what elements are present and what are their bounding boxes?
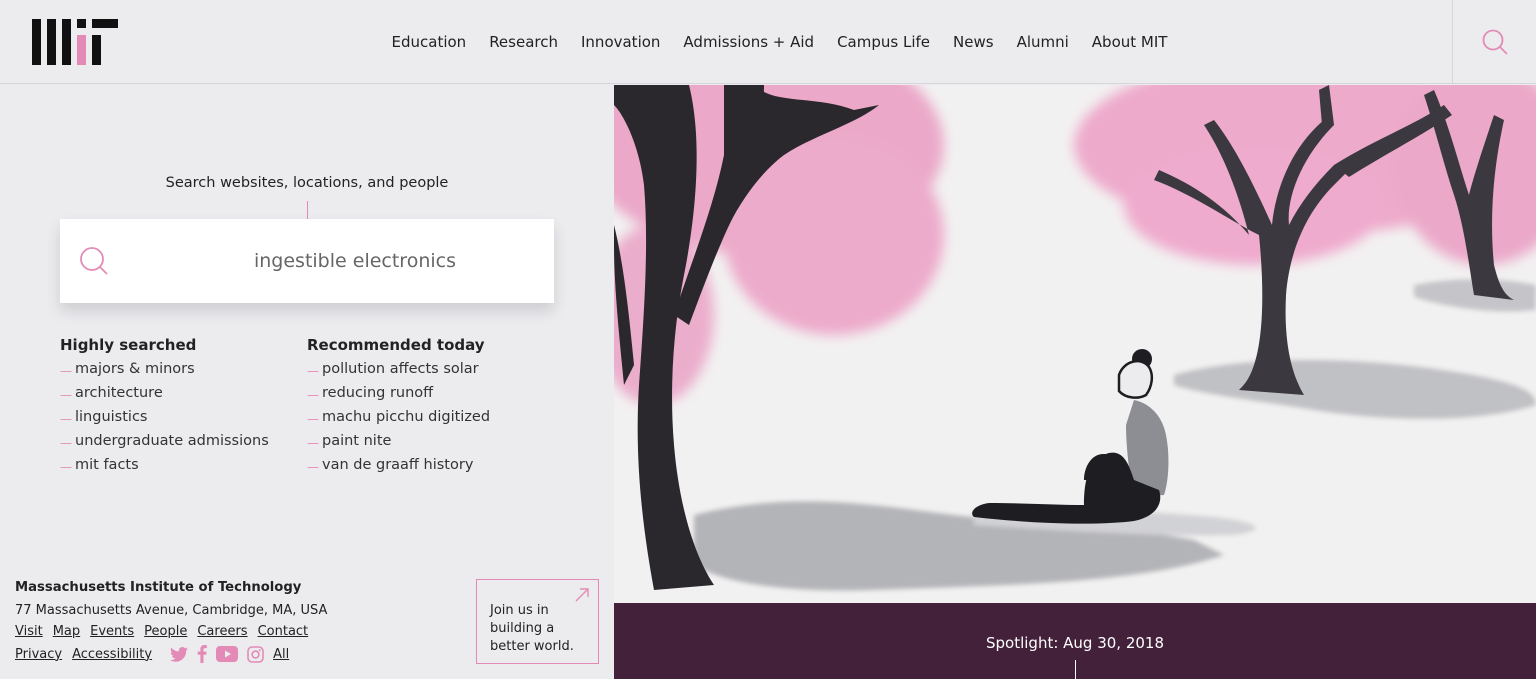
footer-link-contact[interactable]: Contact [258, 624, 309, 639]
facebook-icon[interactable] [197, 645, 207, 663]
nav-research[interactable]: Research [489, 33, 558, 51]
social-links: All [170, 645, 299, 663]
search-box [60, 219, 554, 303]
dash-icon: — [307, 364, 319, 378]
list-item[interactable]: — van de graaff history [307, 456, 490, 480]
main-nav: Education Research Innovation Admissions… [380, 0, 1179, 84]
search-label: Search websites, locations, and people [165, 175, 449, 191]
search-icon [1482, 29, 1508, 55]
mit-logo[interactable] [32, 19, 118, 65]
footer-links: Visit Map Events People Careers Contact [15, 624, 327, 639]
list-item[interactable]: — pollution affects solar [307, 360, 490, 384]
nav-news[interactable]: News [953, 33, 994, 51]
nav-campus-life[interactable]: Campus Life [837, 33, 930, 51]
spotlight-connector [1075, 660, 1076, 679]
dash-icon: — [60, 388, 72, 402]
dash-icon: — [60, 412, 72, 426]
spotlight-illustration[interactable] [614, 85, 1536, 603]
spotlight-bar[interactable]: Spotlight: Aug 30, 2018 [614, 603, 1536, 679]
footer-link-accessibility[interactable]: Accessibility [72, 647, 152, 662]
footer-link-people[interactable]: People [144, 624, 187, 639]
site-header: Education Research Innovation Admissions… [0, 0, 1536, 84]
footer-link-privacy[interactable]: Privacy [15, 647, 62, 662]
site-footer: Massachusetts Institute of Technology 77… [15, 580, 327, 663]
nav-about-mit[interactable]: About MIT [1092, 33, 1168, 51]
footer-link-visit[interactable]: Visit [15, 624, 43, 639]
search-icon [80, 247, 108, 275]
join-text-line: better world. [490, 639, 574, 654]
footer-link-map[interactable]: Map [53, 624, 80, 639]
list-item[interactable]: — linguistics [60, 408, 269, 432]
spotlight-date: Spotlight: Aug 30, 2018 [985, 634, 1165, 652]
dash-icon: — [307, 388, 319, 402]
footer-links-secondary: Privacy Accessibility All [15, 645, 327, 663]
list-item[interactable]: — architecture [60, 384, 269, 408]
dash-icon: — [307, 460, 319, 474]
twitter-icon[interactable] [170, 646, 189, 662]
join-text-line: Join us in [490, 603, 549, 618]
list-item[interactable]: — undergraduate admissions [60, 432, 269, 456]
dash-icon: — [60, 364, 72, 378]
instagram-icon[interactable] [247, 645, 264, 663]
spotlight-panel: Spotlight: Aug 30, 2018 [614, 85, 1536, 679]
institution-name: Massachusetts Institute of Technology [15, 580, 302, 595]
recommended-today-title: Recommended today [307, 336, 485, 354]
highly-searched-section: Highly searched — majors & minors — archit… [60, 336, 269, 480]
join-text-line: building a [490, 621, 555, 636]
dash-icon: — [307, 412, 319, 426]
social-link-all[interactable]: All [273, 647, 289, 662]
dash-icon: — [60, 460, 72, 474]
header-search-button[interactable] [1452, 0, 1536, 84]
list-item[interactable]: — machu picchu digitized [307, 408, 490, 432]
search-input[interactable] [170, 219, 540, 303]
arrow-up-right-icon [575, 588, 589, 602]
footer-link-careers[interactable]: Careers [197, 624, 247, 639]
list-item[interactable]: — majors & minors [60, 360, 269, 384]
nav-education[interactable]: Education [392, 33, 467, 51]
join-us-card[interactable]: Join us in building a better world. [476, 579, 599, 664]
list-item[interactable]: — paint nite [307, 432, 490, 456]
list-item[interactable]: — mit facts [60, 456, 269, 480]
nav-alumni[interactable]: Alumni [1017, 33, 1069, 51]
list-item[interactable]: — reducing runoff [307, 384, 490, 408]
nav-admissions-aid[interactable]: Admissions + Aid [683, 33, 814, 51]
watercolor-illustration [614, 85, 1536, 591]
search-label-connector [307, 201, 308, 219]
nav-innovation[interactable]: Innovation [581, 33, 660, 51]
institution-address: 77 Massachusetts Avenue, Cambridge, MA, … [15, 603, 328, 618]
footer-link-events[interactable]: Events [90, 624, 134, 639]
dash-icon: — [307, 436, 319, 450]
highly-searched-title: Highly searched [60, 336, 197, 354]
search-panel: Search websites, locations, and people H… [0, 85, 614, 679]
dash-icon: — [60, 436, 72, 450]
youtube-icon[interactable] [216, 646, 239, 662]
recommended-today-section: Recommended today — pollution affects sol… [307, 336, 490, 480]
